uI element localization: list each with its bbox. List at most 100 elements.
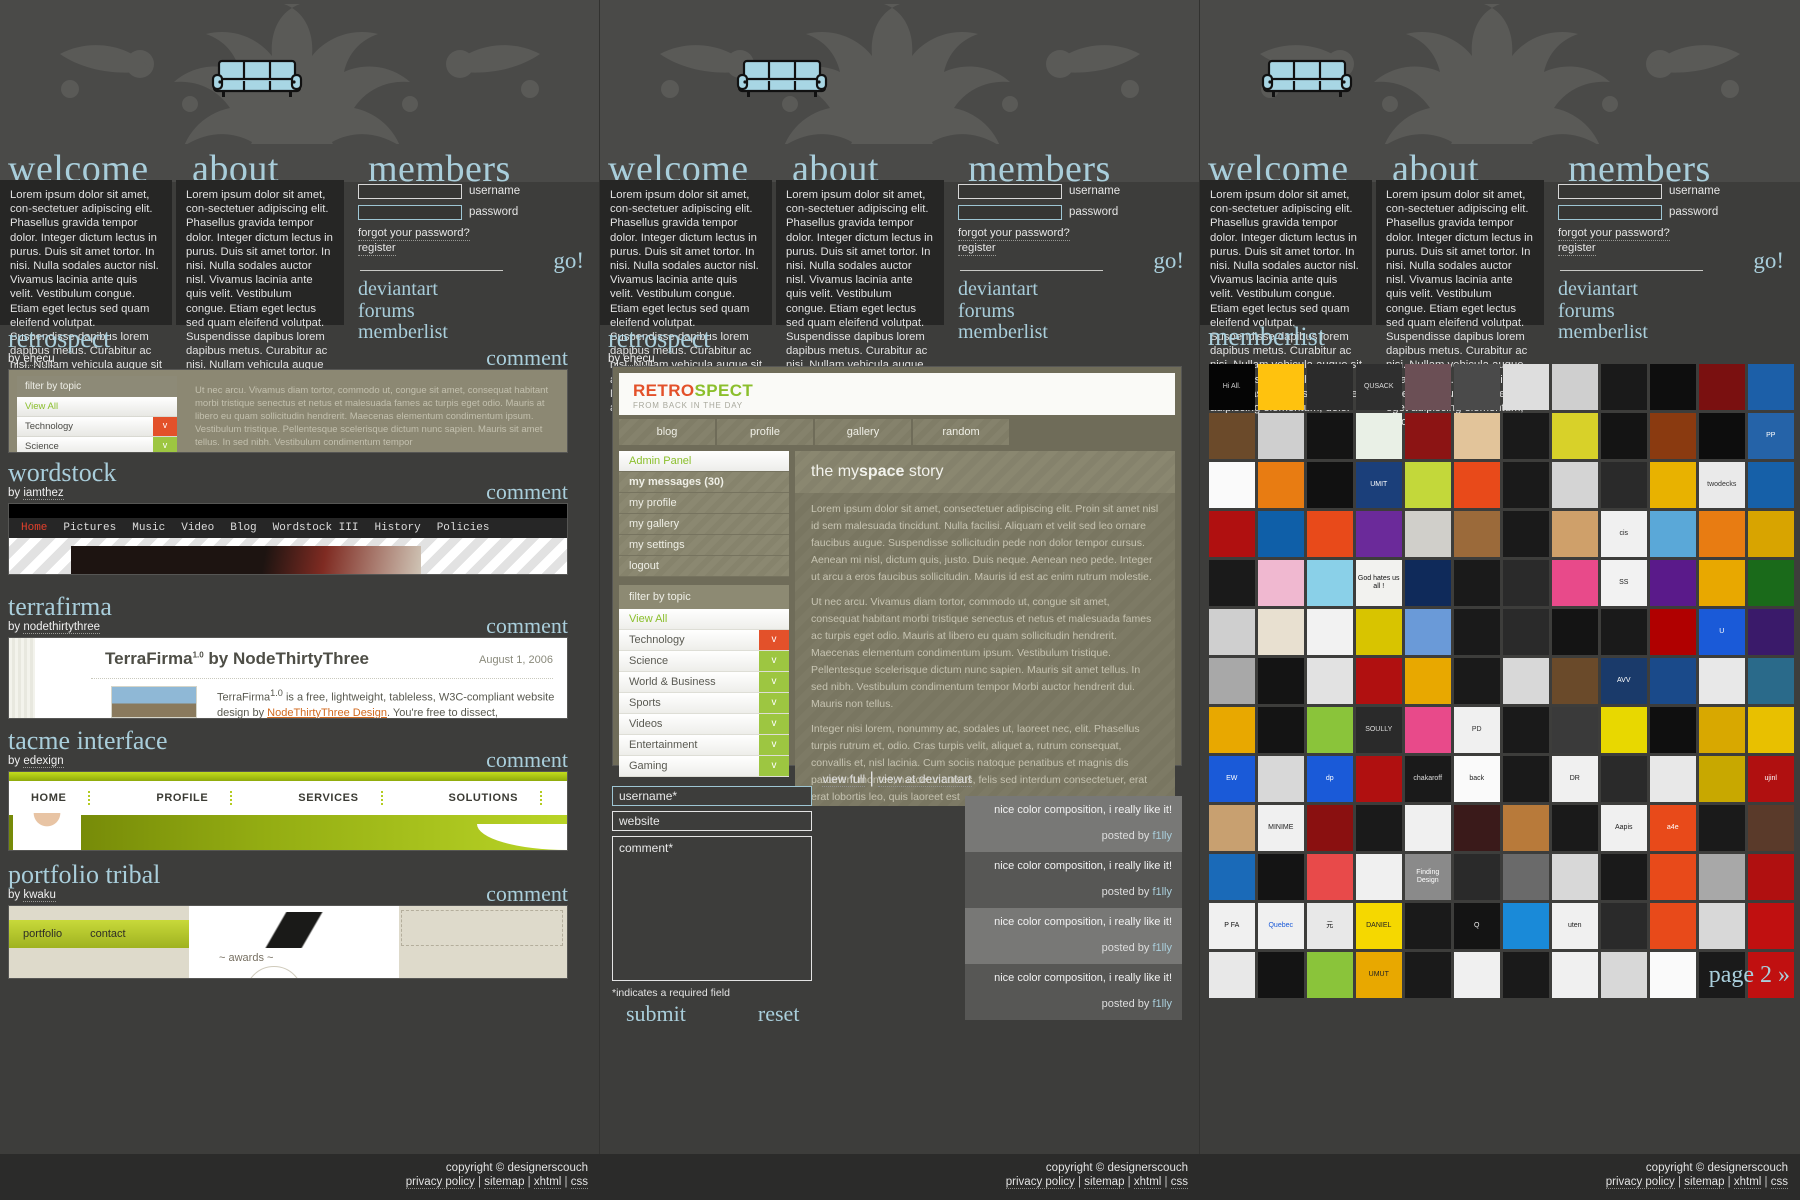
filter-item-technology[interactable]: Technology v [619,630,789,651]
member-avatar[interactable] [1307,511,1353,557]
go-button[interactable]: go! [553,249,584,272]
member-avatar[interactable] [1258,707,1304,753]
member-avatar[interactable]: SOULLY [1356,707,1402,753]
member-avatar[interactable] [1356,854,1402,900]
member-avatar[interactable]: AVV [1601,658,1647,704]
member-avatar[interactable] [1650,364,1696,410]
forgot-password-link[interactable]: forgot your password? [1558,226,1670,241]
ws-nav-wordstock3[interactable]: Wordstock III [265,522,367,534]
member-avatar[interactable] [1601,707,1647,753]
member-avatar[interactable]: DANIEL [1356,903,1402,949]
footer-link-xhtml[interactable]: xhtml [1133,1176,1162,1189]
chevron-down-icon[interactable]: v [759,735,789,755]
entry-screenshot[interactable]: HOME PROFILE SERVICES SOLUTIONS POTFOLIO… [8,771,568,851]
member-avatar[interactable] [1699,756,1745,802]
member-avatar[interactable]: DR [1552,756,1598,802]
member-avatar[interactable]: twodecks [1699,462,1745,508]
member-avatar[interactable] [1503,609,1549,655]
member-avatar[interactable] [1552,511,1598,557]
chevron-down-icon[interactable]: v [759,714,789,734]
member-avatar[interactable] [1552,413,1598,459]
member-avatar[interactable] [1209,462,1255,508]
member-avatar[interactable] [1552,560,1598,606]
member-avatar[interactable]: MINIME [1258,805,1304,851]
member-avatar[interactable]: QUSACK [1356,364,1402,410]
member-avatar[interactable] [1454,364,1500,410]
member-avatar[interactable]: PP [1748,413,1794,459]
member-avatar[interactable] [1454,609,1500,655]
mini-filter-item[interactable]: Science v [17,437,177,452]
member-avatar[interactable] [1258,560,1304,606]
chevron-down-icon[interactable]: v [759,672,789,692]
author-name[interactable]: edexign [23,755,64,768]
member-avatar[interactable] [1258,756,1304,802]
member-avatar[interactable] [1258,364,1304,410]
admin-my-messages[interactable]: my messages (30) [619,472,789,493]
member-avatar[interactable] [1650,511,1696,557]
chevron-down-icon[interactable]: v [759,693,789,713]
member-avatar[interactable] [1699,560,1745,606]
member-avatar[interactable] [1503,756,1549,802]
footer-link-sitemap[interactable]: sitemap [1684,1176,1725,1189]
member-avatar[interactable] [1699,805,1745,851]
filter-item-entertainment[interactable]: Entertainment v [619,735,789,756]
entry-title[interactable]: terrafirma [8,594,568,620]
username-input[interactable] [358,184,462,199]
member-avatar[interactable] [1650,462,1696,508]
comment-link[interactable]: comment [486,747,568,774]
member-avatar[interactable] [1503,364,1549,410]
chevron-down-icon[interactable]: v [153,417,177,436]
member-avatar[interactable] [1307,658,1353,704]
view-full-link[interactable]: view full [822,772,866,787]
tab-profile[interactable]: profile [717,419,813,445]
password-input[interactable] [958,205,1062,220]
member-avatar[interactable]: cis [1601,511,1647,557]
member-avatar[interactable] [1405,903,1451,949]
member-avatar[interactable] [1748,805,1794,851]
footer-link-css[interactable]: css [570,1176,588,1189]
member-avatar[interactable] [1454,854,1500,900]
tab-blog[interactable]: blog [619,419,715,445]
member-avatar[interactable] [1209,952,1255,998]
comment-website-input[interactable]: website [612,811,812,831]
member-avatar[interactable] [1405,364,1451,410]
member-avatar[interactable] [1503,560,1549,606]
comment-username-input[interactable]: username* [612,786,812,806]
footer-link-privacy[interactable]: privacy policy [1605,1176,1675,1189]
view-deviantart-link[interactable]: view at deviantart [878,772,972,787]
member-avatar[interactable] [1454,805,1500,851]
member-avatar[interactable] [1503,903,1549,949]
member-avatar[interactable] [1258,462,1304,508]
member-avatar[interactable]: back [1454,756,1500,802]
member-avatar[interactable] [1209,511,1255,557]
member-avatar[interactable] [1503,854,1549,900]
author-name[interactable]: kwaku [23,889,56,902]
filter-item-view-all[interactable]: View All [619,609,789,630]
member-avatar[interactable] [1258,854,1304,900]
nav-deviantart[interactable]: deviantart [1558,278,1790,301]
member-avatar[interactable]: Quebec [1258,903,1304,949]
member-avatar[interactable] [1552,952,1598,998]
member-avatar[interactable] [1405,462,1451,508]
member-avatar[interactable] [1552,658,1598,704]
member-avatar[interactable] [1356,413,1402,459]
member-avatar[interactable] [1503,952,1549,998]
member-avatar[interactable] [1552,854,1598,900]
tab-gallery[interactable]: gallery [815,419,911,445]
member-avatar[interactable] [1209,658,1255,704]
tf-body-link[interactable]: NodeThirtyThree Design [267,707,387,718]
member-avatar[interactable] [1307,952,1353,998]
member-avatar[interactable]: Hi All. [1209,364,1255,410]
footer-link-xhtml[interactable]: xhtml [533,1176,562,1189]
member-avatar[interactable] [1307,364,1353,410]
entry-screenshot[interactable]: Home Pictures Music Video Blog Wordstock… [8,503,568,575]
ws-nav-blog[interactable]: Blog [222,522,264,534]
tc-nav-services[interactable]: SERVICES [276,792,380,804]
member-avatar[interactable] [1356,756,1402,802]
member-avatar[interactable]: UMUT [1356,952,1402,998]
entry-screenshot[interactable]: TerraFirma1.0 by NodeThirtyThree August … [8,637,568,719]
member-avatar[interactable]: God hates us all ! [1356,560,1402,606]
member-avatar[interactable] [1356,609,1402,655]
footer-link-privacy[interactable]: privacy policy [1005,1176,1075,1189]
tab-random[interactable]: random [913,419,1009,445]
